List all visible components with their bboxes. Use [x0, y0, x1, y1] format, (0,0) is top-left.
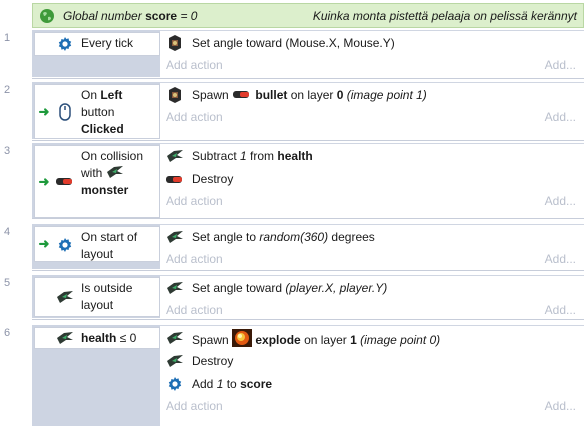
add-more-link[interactable]: Add...: [545, 252, 576, 266]
add-action-link[interactable]: Add action: [166, 194, 223, 208]
action-text: Destroy: [192, 353, 234, 368]
add-action-link[interactable]: Add action: [166, 399, 223, 413]
condition-text: Every tick: [81, 36, 134, 50]
condition-text: On collision with monster: [81, 149, 144, 197]
player-ship-icon: [169, 34, 181, 51]
event-6[interactable]: 6 health ≤ 0 Spawn explode on layer 1 (i…: [0, 325, 584, 426]
trigger-arrow-icon: ➜: [38, 103, 50, 119]
global-variable-name: score: [145, 8, 178, 23]
monster-icon: [167, 354, 183, 367]
add-more-link[interactable]: Add...: [545, 194, 576, 208]
condition-health-check[interactable]: health ≤ 0: [34, 327, 160, 349]
monster-icon: [106, 166, 123, 178]
global-variable-comment: Kuinka monta pistettä pelaaja on pelissä…: [312, 8, 577, 23]
add-more-link[interactable]: Add...: [545, 110, 576, 124]
explosion-icon: [232, 328, 253, 347]
event-separator: [32, 218, 584, 219]
event-1[interactable]: 1 Every tick Set angle toward (Mouse.X, …: [0, 30, 584, 77]
add-more-link[interactable]: Add...: [545, 399, 576, 413]
add-action-row[interactable]: Add action Add...: [160, 106, 584, 128]
global-variable-type: Global number: [63, 8, 142, 23]
event-number: 1: [4, 32, 11, 44]
trigger-arrow-icon: ➜: [38, 173, 50, 189]
event-4[interactable]: 4 ➜ On start of layout Set angle to rand…: [0, 224, 584, 269]
event-number: 3: [4, 145, 11, 157]
add-action-link[interactable]: Add action: [166, 110, 223, 124]
add-more-link[interactable]: Add...: [545, 58, 576, 72]
event-separator: [32, 319, 584, 320]
action-text: Add 1 to score: [192, 376, 273, 391]
gear-icon: [58, 238, 72, 252]
condition-on-collision[interactable]: ➜ On collision with monster: [34, 145, 160, 218]
global-variable-value: = 0: [180, 8, 198, 23]
add-action-row[interactable]: Add action Add...: [160, 299, 584, 321]
action-destroy[interactable]: Destroy: [160, 167, 584, 190]
monster-icon: [167, 149, 183, 162]
action-text: Set angle toward (Mouse.X, Mouse.Y): [192, 35, 395, 50]
bullet-icon: [233, 90, 250, 98]
bullet-icon: [166, 175, 182, 183]
event-separator: [32, 78, 584, 79]
mouse-icon: [59, 103, 71, 121]
monster-icon: [167, 230, 183, 243]
action-add-score[interactable]: Add 1 to score: [160, 372, 584, 395]
condition-text: On start of layout: [81, 230, 138, 261]
action-set-angle-random[interactable]: Set angle to random(360) degrees: [160, 225, 584, 248]
event-number: 5: [4, 277, 11, 289]
add-action-link[interactable]: Add action: [166, 58, 223, 72]
action-destroy[interactable]: Destroy: [160, 349, 584, 372]
action-text: Set angle toward (player.X, player.Y): [192, 280, 388, 295]
condition-text: On Left button Clicked: [81, 88, 124, 136]
event-separator: [32, 140, 584, 141]
action-text: Destroy: [192, 171, 234, 186]
event-3[interactable]: 3 ➜ On collision with monster Subtract 1…: [0, 143, 584, 218]
global-variable-row[interactable]: Global number score = 0 Kuinka monta pis…: [32, 3, 584, 28]
add-action-row[interactable]: Add action Add...: [160, 54, 584, 76]
condition-mouse-click[interactable]: ➜ On Left button Clicked: [34, 84, 160, 139]
event-separator: [32, 270, 584, 271]
event-number: 4: [4, 226, 11, 238]
condition-every-tick[interactable]: Every tick: [34, 32, 160, 56]
monster-icon: [167, 331, 183, 344]
action-spawn-bullet[interactable]: Spawn bullet on layer 0 (image point 1): [160, 83, 584, 106]
condition-start-of-layout[interactable]: ➜ On start of layout: [34, 226, 160, 262]
add-action-link[interactable]: Add action: [166, 303, 223, 317]
action-set-angle[interactable]: Set angle toward (Mouse.X, Mouse.Y): [160, 31, 584, 54]
event-number: 6: [4, 327, 11, 339]
add-action-row[interactable]: Add action Add...: [160, 190, 584, 212]
action-set-angle-toward-player[interactable]: Set angle toward (player.X, player.Y): [160, 276, 584, 299]
event-2[interactable]: 2 ➜ On Left button Clicked Spawn bullet …: [0, 82, 584, 139]
add-action-row[interactable]: Add action Add...: [160, 248, 584, 270]
add-action-row[interactable]: Add action Add...: [160, 395, 584, 417]
condition-outside-layout[interactable]: Is outside layout: [34, 277, 160, 317]
action-text: Spawn explode on layer 1 (image point 0): [192, 328, 440, 347]
gear-icon: [168, 376, 182, 391]
action-text: Set angle to random(360) degrees: [192, 229, 375, 244]
condition-text: health ≤ 0: [81, 331, 137, 345]
monster-icon: [57, 291, 73, 303]
action-text: Spawn bullet on layer 0 (image point 1): [192, 87, 427, 102]
action-subtract-health[interactable]: Subtract 1 from health: [160, 144, 584, 167]
globe-icon: [40, 8, 54, 23]
action-spawn-explode[interactable]: Spawn explode on layer 1 (image point 0): [160, 326, 584, 349]
monster-icon: [57, 332, 73, 344]
event-5[interactable]: 5 Is outside layout Set angle toward (pl…: [0, 275, 584, 318]
trigger-arrow-icon: ➜: [38, 236, 50, 251]
bullet-icon: [56, 178, 72, 185]
player-ship-icon: [169, 86, 181, 103]
add-more-link[interactable]: Add...: [545, 303, 576, 317]
gear-icon: [58, 37, 72, 51]
condition-text: Is outside layout: [81, 281, 133, 312]
add-action-link[interactable]: Add action: [166, 252, 223, 266]
global-variable-declaration: Global number score = 0: [63, 9, 197, 23]
monster-icon: [167, 281, 183, 294]
event-number: 2: [4, 84, 11, 96]
action-text: Subtract 1 from health: [192, 148, 313, 163]
